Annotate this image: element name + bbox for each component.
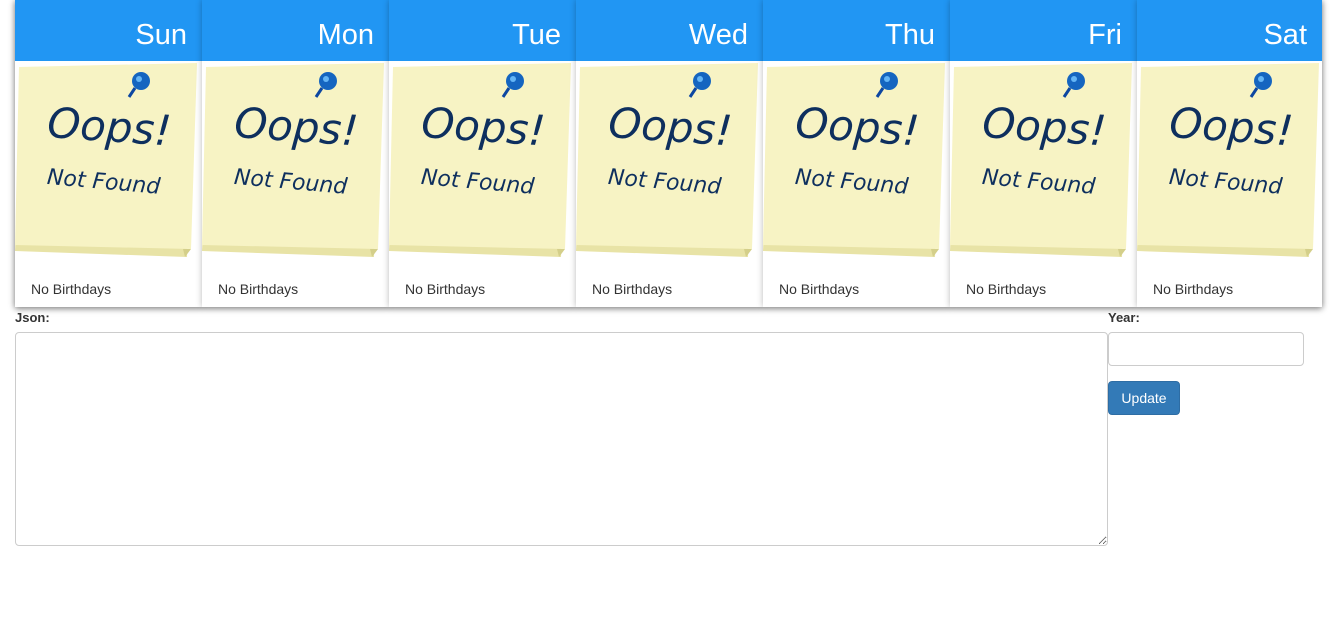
birthday-status: No Birthdays — [31, 281, 112, 297]
sticky-note-image: Oops! Not Found — [763, 63, 945, 257]
day-card-thu: Thu Oops! Not Found No Birthdays — [763, 0, 950, 307]
note-headline-text: Oops! — [233, 98, 360, 156]
day-header: Wed — [576, 0, 763, 61]
birthday-status: No Birthdays — [405, 281, 486, 297]
note-image-area: Oops! Not Found — [763, 61, 950, 272]
json-label: Json: — [15, 310, 50, 325]
week-calendar: Sun Oops! Not Found No Birthdays Mon Oop… — [15, 0, 1322, 307]
birthday-status: No Birthdays — [779, 281, 860, 297]
sticky-note-image: Oops! Not Found — [202, 63, 384, 257]
json-textarea[interactable] — [15, 332, 1108, 546]
sticky-note-image: Oops! Not Found — [1137, 63, 1319, 257]
day-card-tue: Tue Oops! Not Found No Birthdays — [389, 0, 576, 307]
note-image-area: Oops! Not Found — [576, 61, 763, 272]
note-image-area: Oops! Not Found — [1137, 61, 1322, 272]
year-input[interactable] — [1108, 332, 1304, 366]
note-headline-text: Oops! — [46, 98, 173, 156]
day-card-sun: Sun Oops! Not Found No Birthdays — [15, 0, 202, 307]
note-headline-text: Oops! — [607, 98, 734, 156]
sticky-note-image: Oops! Not Found — [15, 63, 197, 257]
note-image-area: Oops! Not Found — [950, 61, 1137, 272]
day-header: Tue — [389, 0, 576, 61]
note-headline-text: Oops! — [420, 98, 547, 156]
day-card-sat: Sat Oops! Not Found No Birthdays — [1137, 0, 1322, 307]
birthday-status: No Birthdays — [218, 281, 299, 297]
note-image-area: Oops! Not Found — [202, 61, 389, 272]
day-header: Sun — [15, 0, 202, 61]
year-label: Year: — [1108, 310, 1140, 325]
day-header: Thu — [763, 0, 950, 61]
day-card-wed: Wed Oops! Not Found No Birthdays — [576, 0, 763, 307]
sticky-note-image: Oops! Not Found — [389, 63, 571, 257]
note-headline-text: Oops! — [794, 98, 921, 156]
sticky-note-image: Oops! Not Found — [950, 63, 1132, 257]
birthday-status: No Birthdays — [1153, 281, 1234, 297]
day-header: Sat — [1137, 0, 1322, 61]
day-card-mon: Mon Oops! Not Found No Birthdays — [202, 0, 389, 307]
note-headline-text: Oops! — [1168, 98, 1295, 156]
day-card-fri: Fri Oops! Not Found No Birthdays — [950, 0, 1137, 307]
birthday-status: No Birthdays — [592, 281, 673, 297]
update-button[interactable]: Update — [1108, 381, 1180, 415]
sticky-note-image: Oops! Not Found — [576, 63, 758, 257]
note-headline-text: Oops! — [981, 98, 1108, 156]
note-image-area: Oops! Not Found — [15, 61, 202, 272]
day-header: Mon — [202, 0, 389, 61]
birthday-status: No Birthdays — [966, 281, 1047, 297]
note-image-area: Oops! Not Found — [389, 61, 576, 272]
day-header: Fri — [950, 0, 1137, 61]
